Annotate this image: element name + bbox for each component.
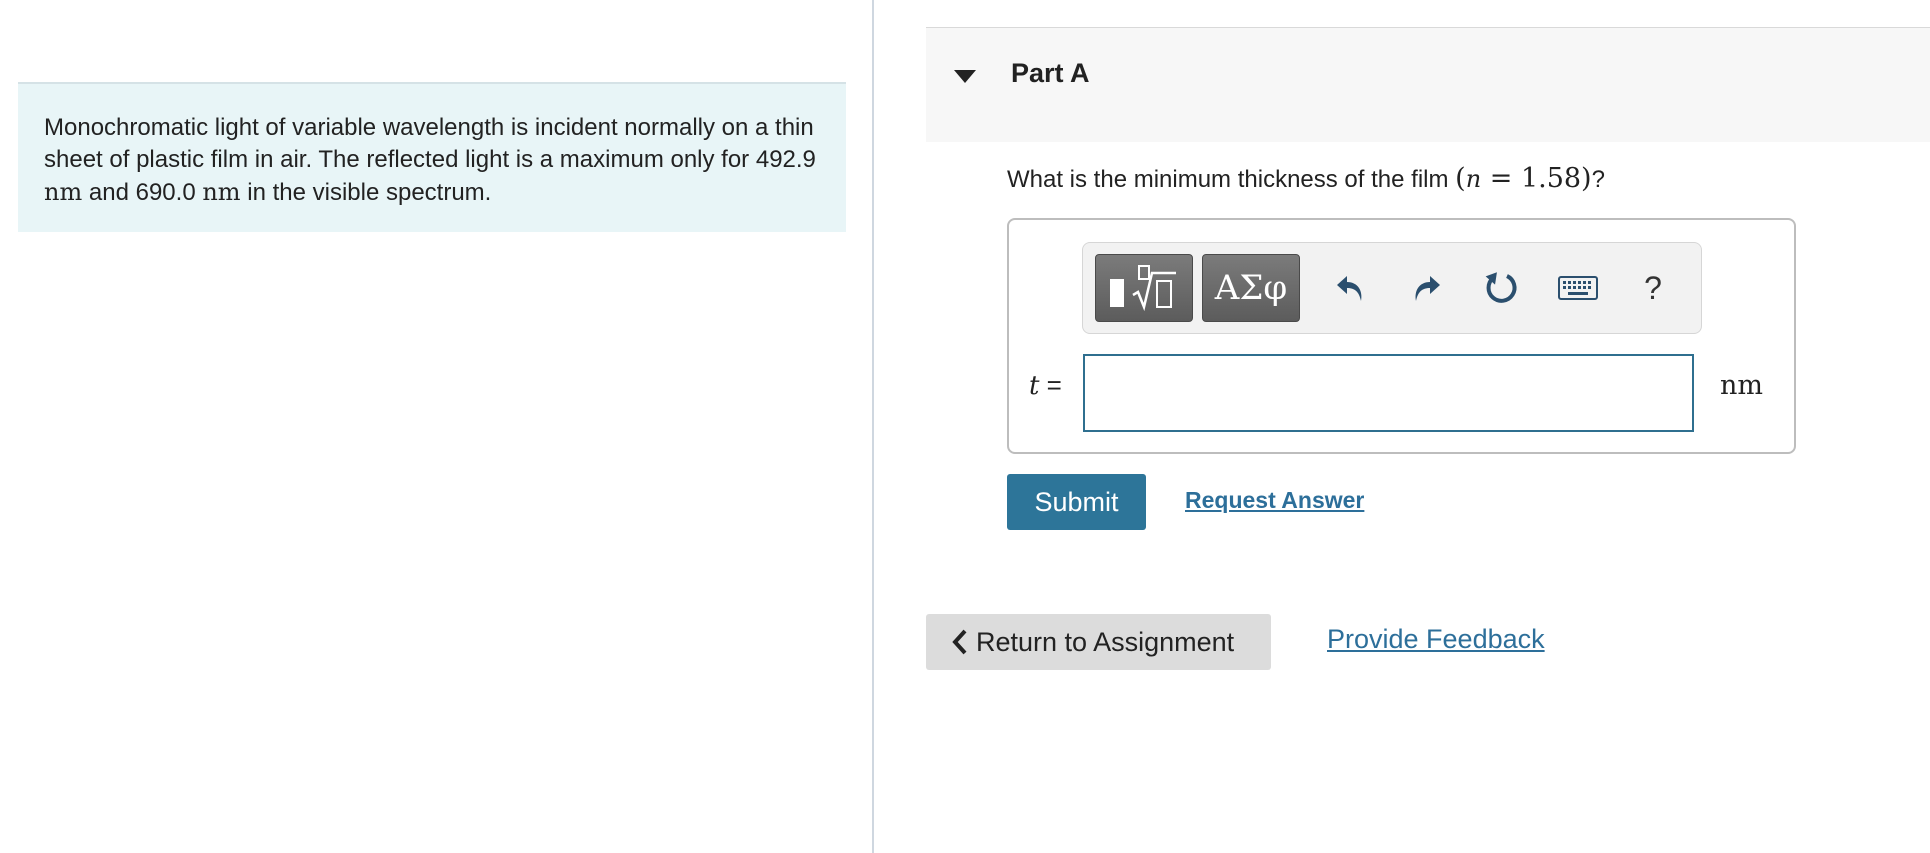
caret-down-icon[interactable] — [954, 70, 976, 83]
answer-equals: = — [1039, 370, 1062, 400]
question-math-var: n — [1465, 165, 1482, 193]
panel-divider — [872, 0, 874, 853]
answer-unit: nm — [1720, 370, 1763, 401]
problem-text-2: and — [82, 179, 136, 206]
part-a-header[interactable]: Part A — [926, 27, 1930, 142]
request-answer-link[interactable]: Request Answer — [1185, 487, 1364, 514]
symbols-icon: ΑΣφ — [1214, 268, 1288, 308]
submit-button[interactable]: Submit — [1007, 474, 1146, 530]
question-text: What is the minimum thickness of the fil… — [1007, 163, 1605, 194]
undo-button[interactable] — [1326, 263, 1376, 313]
question-mark: ? — [1591, 166, 1605, 193]
left-panel: Monochromatic light of variable waveleng… — [0, 0, 872, 853]
answer-variable: t — [1029, 371, 1040, 401]
answer-box: ΑΣφ ? t = nm — [1007, 218, 1796, 454]
return-label: Return to Assignment — [976, 626, 1235, 657]
problem-text-3: in the visible spectrum. — [240, 179, 492, 206]
undo-icon — [1337, 276, 1362, 301]
templates-icon — [1110, 265, 1176, 312]
question-math-rest: = 1.58) — [1481, 163, 1592, 194]
wavelength-1-value: 492.9 — [755, 146, 816, 173]
return-to-assignment-button[interactable]: Return to Assignment — [926, 614, 1271, 670]
part-title: Part A — [1011, 58, 1090, 88]
wavelength-1-unit: nm — [44, 178, 83, 206]
reset-button[interactable] — [1477, 263, 1527, 313]
help-button[interactable]: ? — [1628, 263, 1678, 313]
templates-button[interactable] — [1095, 254, 1193, 322]
wavelength-2-value: 690.0 — [135, 179, 196, 206]
problem-text-1: Monochromatic light of variable waveleng… — [44, 114, 814, 173]
provide-feedback-link[interactable]: Provide Feedback — [1327, 624, 1545, 655]
math-toolbar: ΑΣφ ? — [1082, 242, 1702, 334]
keyboard-button[interactable] — [1553, 263, 1603, 313]
thickness-answer-input[interactable] — [1083, 354, 1694, 432]
redo-icon — [1415, 276, 1440, 301]
keyboard-icon — [1558, 276, 1598, 300]
help-icon: ? — [1644, 269, 1662, 306]
answer-variable-label: t = — [1029, 370, 1062, 401]
question-prompt: What is the minimum thickness of the fil… — [1007, 166, 1456, 193]
problem-statement: Monochromatic light of variable waveleng… — [18, 82, 846, 232]
wavelength-2-unit: nm — [202, 178, 241, 206]
question-math-open: ( — [1455, 163, 1466, 194]
symbols-button[interactable]: ΑΣφ — [1202, 254, 1300, 322]
chevron-left-icon — [952, 629, 967, 655]
reset-icon — [1485, 272, 1517, 303]
redo-button[interactable] — [1401, 263, 1451, 313]
